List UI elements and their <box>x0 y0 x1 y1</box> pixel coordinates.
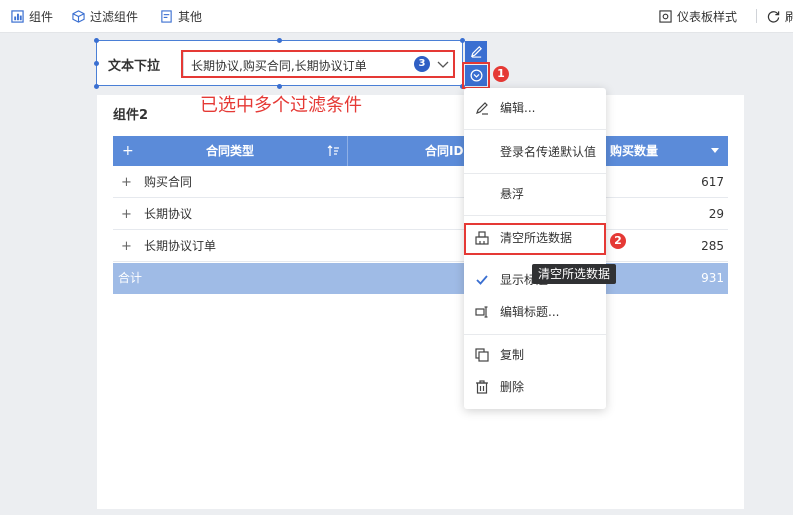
edit-icon <box>476 102 488 115</box>
total-label: 合计 <box>118 271 143 285</box>
row-contract-type: 长期协议订单 <box>144 239 217 253</box>
resize-handle[interactable] <box>94 61 99 66</box>
row-quantity: 29 <box>708 207 724 221</box>
menu-label-delete: 删除 <box>500 380 525 394</box>
column-header-quantity[interactable]: 购买数量 <box>610 136 658 166</box>
menu-item-login-default[interactable]: 登录名传递默认值 <box>464 137 606 167</box>
widget-title: 组件2 <box>113 108 149 123</box>
table-header: + 合同类型 合同ID 购买数量 <box>113 136 728 166</box>
other-button[interactable]: 其他 <box>160 0 202 32</box>
filter-label: 文本下拉 <box>108 59 161 74</box>
menu-divider <box>464 129 606 130</box>
table-row[interactable]: + 购买合同 617 <box>113 167 728 198</box>
menu-item-edit[interactable]: 编辑... <box>464 93 606 123</box>
table-row[interactable]: + 长期协议 29 <box>113 199 728 230</box>
annotation-box-more <box>462 62 490 89</box>
column-header-contract-type[interactable]: 合同类型 <box>206 136 254 166</box>
refresh-icon <box>767 10 780 23</box>
menu-label-copy: 复制 <box>500 348 525 362</box>
menu-item-edit-title[interactable]: 编辑标题... <box>464 297 606 327</box>
menu-divider <box>464 173 606 174</box>
other-icon <box>161 9 172 23</box>
row-contract-type: 购买合同 <box>144 175 193 189</box>
menu-divider <box>464 215 606 216</box>
component-button[interactable]: 组件 <box>11 0 53 32</box>
column-divider[interactable] <box>347 136 348 166</box>
expand-all-icon[interactable]: + <box>122 136 134 166</box>
dashboard-style-button[interactable]: 仪表板样式 <box>659 0 737 32</box>
caret-down-icon[interactable] <box>711 148 719 153</box>
annotation-box-clear <box>464 223 606 255</box>
sort-icon[interactable] <box>327 145 340 157</box>
check-icon <box>476 275 488 285</box>
row-quantity: 617 <box>701 175 724 189</box>
resize-handle[interactable] <box>277 84 282 89</box>
column-header-contract-id[interactable]: 合同ID <box>425 136 463 166</box>
annotation-box-filter <box>181 50 455 78</box>
annotation-note: 已选中多个过滤条件 <box>200 95 362 116</box>
menu-label-login-default: 登录名传递默认值 <box>500 145 597 159</box>
dashboard-style-icon <box>659 9 672 23</box>
refresh-button[interactable]: 刷 <box>767 0 793 32</box>
annotation-marker-2: 2 <box>610 233 626 249</box>
total-value: 931 <box>701 271 724 285</box>
edit-title-icon <box>475 306 488 318</box>
other-label: 其他 <box>178 9 203 24</box>
resize-handle[interactable] <box>94 38 99 43</box>
expand-icon[interactable]: + <box>121 199 132 230</box>
resize-handle[interactable] <box>94 84 99 89</box>
menu-divider <box>464 334 606 335</box>
row-contract-type: 长期协议 <box>144 207 193 221</box>
annotation-marker-1: 1 <box>493 66 509 82</box>
top-toolbar: 组件 过滤组件 其他 仪表板样式 刷 <box>0 0 793 33</box>
cube-icon <box>72 9 85 23</box>
toolbar-divider <box>756 9 757 23</box>
resize-handle[interactable] <box>277 38 282 43</box>
expand-icon[interactable]: + <box>121 231 132 262</box>
menu-label-edit: 编辑... <box>500 101 536 115</box>
dashboard-style-label: 仪表板样式 <box>677 9 738 24</box>
table-row[interactable]: + 长期协议订单 285 <box>113 231 728 262</box>
chart-icon <box>11 9 24 23</box>
row-quantity: 285 <box>701 239 724 253</box>
expand-icon[interactable]: + <box>121 167 132 198</box>
menu-label-float: 悬浮 <box>500 187 525 201</box>
edit-filter-button[interactable] <box>465 41 487 62</box>
menu-label-edit-title: 编辑标题... <box>500 305 560 319</box>
filter-component-label: 过滤组件 <box>90 9 139 24</box>
refresh-label: 刷 <box>785 9 793 24</box>
menu-item-delete[interactable]: 删除 <box>464 372 606 402</box>
menu-item-float[interactable]: 悬浮 <box>464 179 606 209</box>
menu-item-copy[interactable]: 复制 <box>464 340 606 370</box>
copy-icon <box>475 348 489 362</box>
trash-icon <box>476 380 488 394</box>
filter-component-button[interactable]: 过滤组件 <box>72 0 138 32</box>
pencil-icon <box>470 46 482 58</box>
table-total-row: 合计 931 <box>113 263 728 294</box>
tooltip: 清空所选数据 <box>532 264 616 284</box>
component-label: 组件 <box>29 9 54 24</box>
